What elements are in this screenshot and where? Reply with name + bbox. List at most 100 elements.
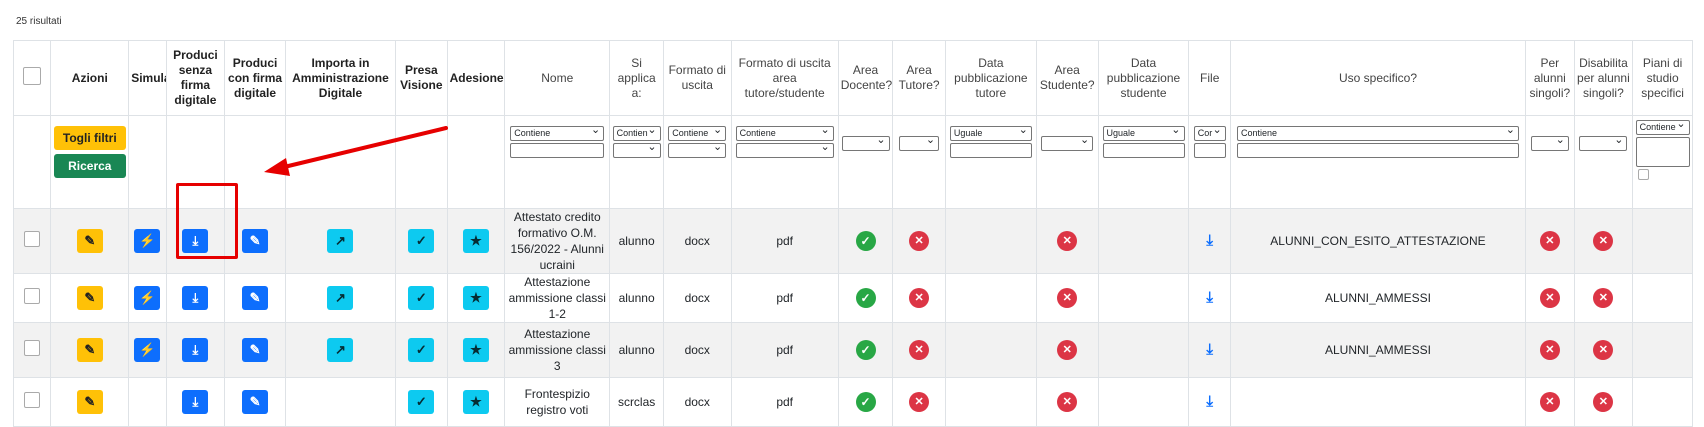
edit-icon[interactable]: ✎: [76, 338, 103, 362]
x-circle-icon: ✕: [909, 340, 930, 360]
select-all-cell: [12, 40, 52, 116]
col-si-applica[interactable]: Si applica a:: [609, 40, 664, 116]
edit-icon[interactable]: ✎: [76, 229, 103, 253]
file-download-icon[interactable]: ⤓: [1206, 232, 1213, 249]
area-docente-filter[interactable]: [841, 136, 890, 151]
file-download-icon[interactable]: ⤓: [1206, 393, 1213, 410]
download-icon[interactable]: ⤓: [182, 286, 209, 310]
col-importa[interactable]: Importa in Amministrazione Digitale: [284, 40, 397, 116]
check-icon[interactable]: ✓: [408, 390, 435, 414]
formato-filter-select[interactable]: Contiene: [668, 126, 727, 141]
col-simula[interactable]: Simula: [128, 40, 167, 116]
thumbs-up-icon[interactable]: ★: [462, 229, 489, 253]
thumbs-up-icon[interactable]: ★: [462, 338, 489, 362]
row-checkbox[interactable]: [24, 288, 41, 304]
x-circle-icon: ✕: [1057, 231, 1078, 251]
col-area-tutore[interactable]: Area Tutore?: [892, 40, 946, 116]
col-disabilita-alunni[interactable]: Disabilita per alunni singoli?: [1573, 40, 1634, 116]
row-checkbox[interactable]: [24, 392, 41, 408]
col-piani-studio[interactable]: Piani di studio specifici: [1632, 40, 1693, 116]
share-icon[interactable]: ↗: [327, 229, 354, 253]
row-checkbox[interactable]: [24, 231, 41, 247]
pencil-icon[interactable]: ✎: [242, 390, 269, 414]
col-per-alunni-singoli[interactable]: Per alunni singoli?: [1525, 40, 1575, 116]
share-icon[interactable]: ↗: [327, 338, 354, 362]
piani-filter-checkbox[interactable]: [1638, 169, 1650, 180]
formato-filter-value[interactable]: [668, 143, 727, 158]
area-tutore-filter[interactable]: [899, 136, 940, 151]
applica-filter-value[interactable]: [612, 143, 661, 158]
data-tutore-filter-select[interactable]: Uguale: [949, 126, 1032, 141]
data-tutore-filter-input[interactable]: [949, 143, 1032, 158]
file-filter-input[interactable]: [1193, 143, 1226, 158]
cell-nome: Frontespizio registro voti: [504, 377, 611, 427]
edit-icon[interactable]: ✎: [76, 286, 103, 310]
file-download-icon[interactable]: ⤓: [1206, 341, 1213, 358]
cell-applica: alunno: [609, 322, 664, 378]
data-studente-filter-select[interactable]: Uguale: [1102, 126, 1185, 141]
nome-filter-select[interactable]: Contiene: [510, 126, 605, 141]
col-area-docente[interactable]: Area Docente?: [837, 40, 894, 116]
row-checkbox[interactable]: [24, 340, 41, 356]
download-icon[interactable]: ⤓: [182, 390, 209, 414]
col-data-tutore[interactable]: Data pubblicazione tutore: [944, 40, 1037, 116]
data-studente-filter-input[interactable]: [1102, 143, 1185, 158]
x-circle-icon: ✕: [1593, 231, 1614, 251]
col-formato-uscita[interactable]: Formato di uscita: [662, 40, 732, 116]
col-area-studente[interactable]: Area Studente?: [1035, 40, 1099, 116]
uso-filter-select[interactable]: Contiene: [1237, 126, 1519, 141]
per-alunni-filter[interactable]: [1530, 136, 1569, 151]
col-data-studente[interactable]: Data pubblicazione studente: [1097, 40, 1190, 116]
pencil-icon[interactable]: ✎: [242, 229, 269, 253]
share-icon[interactable]: ↗: [327, 286, 354, 310]
check-icon[interactable]: ✓: [408, 286, 435, 310]
edit-icon[interactable]: ✎: [76, 390, 103, 414]
cell-formato-area: pdf: [730, 322, 839, 378]
cell-formato-area: pdf: [730, 208, 839, 274]
check-circle-icon: ✓: [855, 392, 876, 412]
x-circle-icon: ✕: [1057, 288, 1078, 308]
x-circle-icon: ✕: [1539, 231, 1560, 251]
area-studente-filter[interactable]: [1041, 136, 1094, 151]
pencil-icon[interactable]: ✎: [242, 338, 269, 362]
togli-filtri-button[interactable]: Togli filtri: [53, 126, 126, 150]
check-icon[interactable]: ✓: [408, 338, 435, 362]
bolt-icon[interactable]: ⚡: [134, 229, 161, 253]
thumbs-up-icon[interactable]: ★: [462, 286, 489, 310]
col-produci-senza-firma[interactable]: Produci senza firma digitale: [165, 40, 226, 116]
bolt-icon[interactable]: ⚡: [134, 338, 161, 362]
col-file[interactable]: File: [1188, 40, 1231, 116]
piani-filter-input[interactable]: [1635, 137, 1690, 167]
col-nome[interactable]: Nome: [504, 40, 611, 116]
cell-nome: Attestato credito formativo O.M. 156/202…: [504, 208, 611, 274]
col-presa-visione[interactable]: Presa Visione: [395, 40, 448, 116]
thumbs-up-icon[interactable]: ★: [462, 390, 489, 414]
col-adesione[interactable]: Adesione: [446, 40, 506, 116]
check-icon[interactable]: ✓: [408, 229, 435, 253]
col-azioni[interactable]: Azioni: [50, 40, 130, 116]
documents-table: Azioni Simula Produci senza firma digita…: [12, 40, 1693, 427]
x-circle-icon: ✕: [1593, 288, 1614, 308]
piani-filter-select[interactable]: Contiene: [1635, 120, 1690, 135]
cell-nome: Attestazione ammissione classi 1-2: [504, 273, 611, 323]
col-produci-con-firma[interactable]: Produci con firma digitale: [224, 40, 286, 116]
download-icon[interactable]: ⤓: [182, 338, 209, 362]
uso-filter-input[interactable]: [1237, 143, 1519, 158]
applica-filter-select[interactable]: Contien: [612, 126, 661, 141]
bolt-icon[interactable]: ⚡: [134, 286, 161, 310]
col-uso-specifico[interactable]: Uso specifico?: [1229, 40, 1527, 116]
disabilita-filter[interactable]: [1579, 136, 1628, 151]
file-download-icon[interactable]: ⤓: [1206, 289, 1213, 306]
col-formato-area[interactable]: Formato di uscita area tutore/studente: [730, 40, 839, 116]
cell-applica: alunno: [609, 208, 664, 274]
cell-formato-area: pdf: [730, 377, 839, 427]
ricerca-button[interactable]: Ricerca: [53, 154, 126, 178]
cell-uso: [1229, 377, 1527, 427]
pencil-icon[interactable]: ✎: [242, 286, 269, 310]
nome-filter-input[interactable]: [510, 143, 605, 158]
formato-area-filter-value[interactable]: [735, 143, 834, 158]
select-all-checkbox[interactable]: [23, 67, 42, 85]
file-filter-select[interactable]: Cor: [1193, 126, 1226, 141]
formato-area-filter-select[interactable]: Contiene: [735, 126, 834, 141]
table-row: ✎ ⚡ ⤓ ✎ ↗ ✓ ★ Attestazione ammissione cl…: [12, 273, 1693, 323]
